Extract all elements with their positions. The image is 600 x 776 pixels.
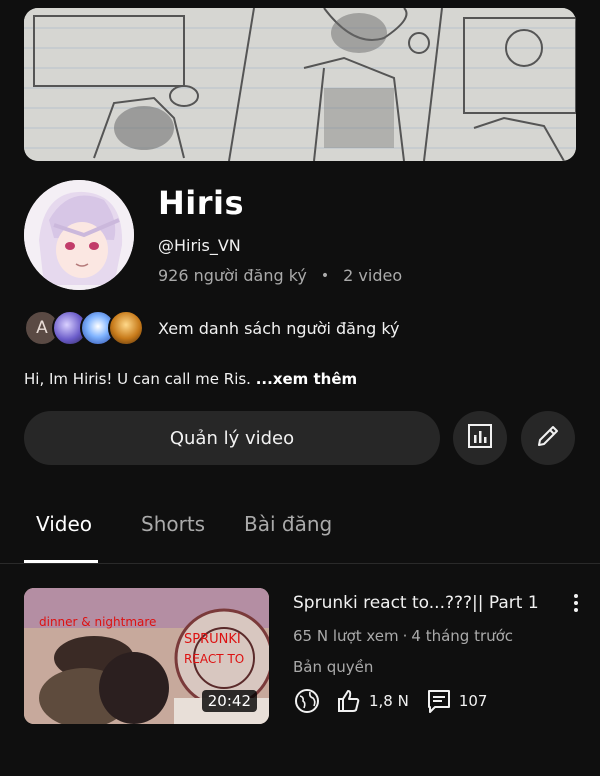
svg-text:SPRUNKI: SPRUNKI — [184, 632, 241, 647]
more-options-icon[interactable] — [566, 592, 586, 614]
subscriber-avatar — [108, 310, 144, 346]
bio-text: Hi, Im Hiris! U can call me Ris. — [24, 370, 256, 388]
like-count: 1,8 N — [369, 692, 409, 710]
pencil-icon — [534, 422, 562, 454]
video-thumbnail[interactable]: dinner & nightmare SPRUNKI REACT TO 20:4… — [24, 588, 269, 724]
edit-channel-button[interactable] — [521, 411, 575, 465]
manage-videos-button[interactable]: Quản lý video — [24, 411, 440, 465]
bio-more-link[interactable]: ...xem thêm — [256, 370, 357, 388]
thumbs-up-icon[interactable] — [335, 687, 363, 715]
tab-video[interactable]: Video — [36, 512, 92, 536]
svg-text:REACT TO: REACT TO — [184, 652, 244, 666]
video-duration: 20:42 — [201, 690, 257, 712]
channel-avatar[interactable] — [24, 180, 134, 290]
globe-icon — [293, 687, 321, 715]
channel-name: Hiris — [158, 184, 245, 222]
video-views: 65 N lượt xem — [293, 627, 399, 645]
svg-text:dinner & nightmare: dinner & nightmare — [39, 615, 156, 629]
analytics-button[interactable] — [453, 411, 507, 465]
video-stats-row: 1,8 N 107 — [293, 686, 503, 716]
video-count: 2 video — [343, 266, 403, 285]
meta-separator: · — [402, 627, 408, 645]
tab-shorts[interactable]: Shorts — [141, 512, 205, 536]
subscriber-list-link[interactable]: Xem danh sách người đăng ký — [158, 319, 400, 338]
bar-chart-icon — [467, 423, 493, 453]
channel-banner — [24, 8, 576, 161]
channel-stats: 926 người đăng ký • 2 video — [158, 266, 402, 285]
active-tab-indicator — [24, 560, 98, 563]
subscriber-count: 926 người đăng ký — [158, 266, 307, 285]
channel-tabs: Video Shorts Bài đăng — [0, 494, 600, 564]
video-rights: Bản quyền — [293, 658, 374, 676]
tab-posts[interactable]: Bài đăng — [244, 512, 332, 536]
comment-count: 107 — [458, 692, 488, 710]
comment-icon[interactable] — [425, 687, 453, 715]
channel-handle: @Hiris_VN — [158, 236, 241, 255]
channel-bio[interactable]: Hi, Im Hiris! U can call me Ris. ...xem … — [24, 370, 357, 388]
video-age: 4 tháng trước — [411, 627, 514, 645]
separator-dot: • — [320, 267, 330, 284]
subscriber-list-row[interactable]: A Xem danh sách người đăng ký — [24, 310, 400, 346]
video-meta: 65 N lượt xem · 4 tháng trước — [293, 627, 513, 645]
manage-videos-label: Quản lý video — [169, 427, 295, 449]
video-title[interactable]: Sprunki react to...???|| Part 1 — [293, 593, 555, 613]
